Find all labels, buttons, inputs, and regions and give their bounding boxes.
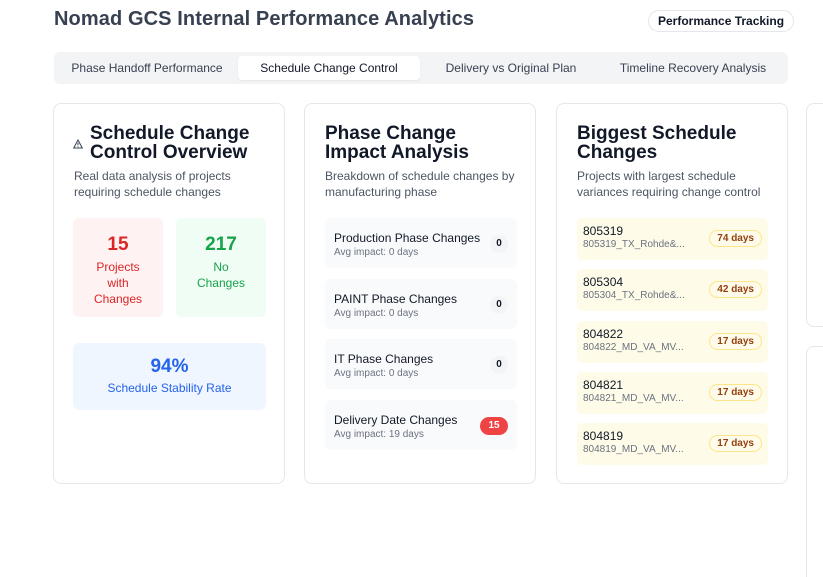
offscreen-card-top (806, 103, 823, 327)
impact-row-name: PAINT Phase Changes (334, 292, 457, 306)
biggest-schedule-changes-card: Biggest Schedule Changes Projects with l… (556, 103, 788, 484)
change-row[interactable]: 805319 805319_TX_Rohde&... 74 days (577, 218, 768, 260)
phase-change-impact-card: Phase Change Impact Analysis Breakdown o… (304, 103, 536, 484)
tab-schedule-change-control[interactable]: Schedule Change Control (238, 56, 420, 80)
projects-with-changes-stat: 15 Projects with Changes (73, 218, 163, 317)
schedule-stability-label: Schedule Stability Rate (107, 381, 232, 395)
biggest-title: Biggest Schedule Changes (577, 123, 737, 163)
impact-row-name: Production Phase Changes (334, 231, 481, 245)
projects-with-changes-value: 15 (107, 234, 129, 255)
performance-tracking-badge: Performance Tracking (648, 10, 795, 32)
change-row[interactable]: 804821 804821_MD_VA_MV... 17 days (577, 372, 768, 414)
impact-row-it[interactable]: IT Phase Changes Avg impact: 0 days 0 (325, 339, 517, 389)
overview-description: Real data analysis of projects requiring… (74, 169, 231, 199)
impact-row-name: IT Phase Changes (334, 352, 434, 366)
project-name: 805319_TX_Rohde&... (583, 239, 685, 250)
tab-timeline-recovery-analysis[interactable]: Timeline Recovery Analysis (602, 56, 784, 80)
days-variance-badge: 17 days (709, 384, 762, 401)
impact-count-badge: 0 (490, 235, 508, 253)
change-row[interactable]: 805304 805304_TX_Rohde&... 42 days (577, 269, 768, 311)
days-variance-badge: 17 days (709, 333, 762, 350)
no-changes-stat: 217 No Changes (176, 218, 266, 317)
impact-row-production[interactable]: Production Phase Changes Avg impact: 0 d… (325, 218, 517, 268)
schedule-stability-stat: 94% Schedule Stability Rate (73, 343, 266, 410)
impact-title: Phase Change Impact Analysis (325, 123, 469, 163)
projects-with-changes-label: Projects with Changes (93, 260, 143, 306)
schedule-change-overview-card: Schedule Change Control Overview Real da… (53, 103, 285, 484)
impact-row-name: Delivery Date Changes (334, 413, 458, 427)
project-id: 804822 (583, 327, 624, 341)
overview-title: Schedule Change Control Overview (90, 123, 250, 163)
project-id: 805304 (583, 275, 624, 289)
impact-row-avg: Avg impact: 19 days (334, 429, 424, 440)
project-name: 804822_MD_VA_MV... (583, 342, 684, 353)
project-id: 805319 (583, 224, 624, 238)
impact-description: Breakdown of schedule changes by manufac… (325, 169, 515, 199)
change-row[interactable]: 804819 804819_MD_VA_MV... 17 days (577, 423, 768, 465)
days-variance-badge: 42 days (709, 281, 762, 298)
no-changes-value: 217 (205, 234, 237, 255)
days-variance-badge: 17 days (709, 435, 762, 452)
biggest-description: Projects with largest schedule variances… (577, 169, 761, 199)
offscreen-card-bottom (806, 346, 823, 577)
impact-row-avg: Avg impact: 0 days (334, 247, 419, 258)
impact-row-avg: Avg impact: 0 days (334, 308, 419, 319)
schedule-stability-value: 94% (150, 356, 189, 377)
impact-row-delivery-date[interactable]: Delivery Date Changes Avg impact: 19 day… (325, 400, 517, 450)
impact-count-badge: 0 (490, 356, 508, 374)
alert-triangle-icon (73, 139, 83, 149)
tab-delivery-vs-original-plan[interactable]: Delivery vs Original Plan (424, 56, 598, 80)
impact-row-paint[interactable]: PAINT Phase Changes Avg impact: 0 days 0 (325, 279, 517, 329)
tab-phase-handoff-performance[interactable]: Phase Handoff Performance (60, 56, 234, 80)
change-row[interactable]: 804822 804822_MD_VA_MV... 17 days (577, 321, 768, 363)
project-name: 805304_TX_Rohde&... (583, 290, 685, 301)
impact-count-badge: 15 (480, 417, 508, 435)
page-title: Nomad GCS Internal Performance Analytics (54, 8, 475, 30)
project-id: 804821 (583, 378, 624, 392)
impact-count-badge: 0 (490, 296, 508, 314)
project-id: 804819 (583, 429, 624, 443)
impact-row-avg: Avg impact: 0 days (334, 368, 419, 379)
project-name: 804821_MD_VA_MV... (583, 393, 684, 404)
days-variance-badge: 74 days (709, 230, 762, 247)
project-name: 804819_MD_VA_MV... (583, 444, 684, 455)
no-changes-label: No Changes (196, 260, 246, 290)
tab-bar: Phase Handoff Performance Schedule Chang… (54, 52, 788, 84)
